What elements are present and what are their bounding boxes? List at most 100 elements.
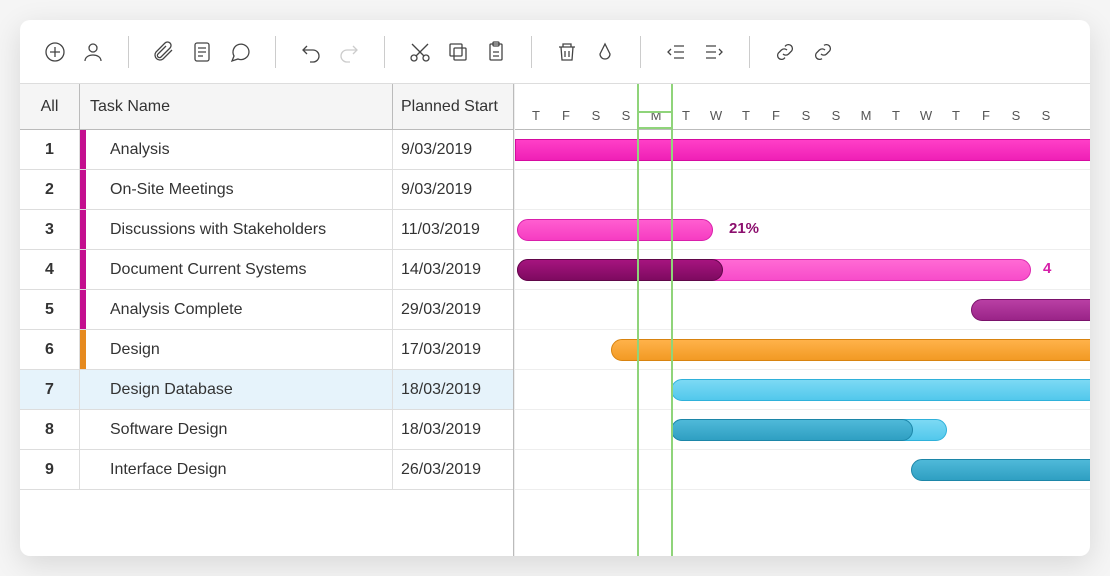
separator [384,36,385,68]
copy-icon[interactable] [441,35,475,69]
day-label: T [731,108,761,129]
row-number: 1 [20,130,80,169]
content-area: All Task Name Planned Start 1Analysis9/0… [20,84,1090,556]
gantt-header: TFSSMTWTFSSMTWTFSS [515,84,1090,130]
fill-icon[interactable] [588,35,622,69]
task-name[interactable]: Software Design [86,410,393,449]
day-label: S [1001,108,1031,129]
gantt-row [515,330,1090,370]
task-name[interactable]: Design [86,330,393,369]
task-name[interactable]: Interface Design [86,450,393,489]
day-label: W [701,108,731,129]
gantt-chart: TFSSMTWTFSSMTWTFSS 21% 4 [514,84,1090,556]
outdent-icon[interactable] [659,35,693,69]
day-label: M [641,108,671,129]
task-name[interactable]: On-Site Meetings [86,170,393,209]
progress-bar[interactable] [671,419,913,441]
day-label: T [521,108,551,129]
day-label: S [581,108,611,129]
table-row[interactable]: 5Analysis Complete29/03/2019 [20,290,513,330]
task-start: 18/03/2019 [393,410,513,449]
table-row[interactable]: 6Design17/03/2019 [20,330,513,370]
separator [749,36,750,68]
task-bar[interactable] [911,459,1090,481]
progress-bar[interactable] [517,259,723,281]
paste-icon[interactable] [479,35,513,69]
task-name[interactable]: Analysis [86,130,393,169]
task-start: 9/03/2019 [393,170,513,209]
separator [640,36,641,68]
table-row[interactable]: 2On-Site Meetings9/03/2019 [20,170,513,210]
attach-icon[interactable] [147,35,181,69]
separator [128,36,129,68]
row-number: 2 [20,170,80,209]
separator [275,36,276,68]
progress-label: 21% [729,220,759,237]
day-label: W [911,108,941,129]
row-number: 3 [20,210,80,249]
task-name[interactable]: Discussions with Stakeholders [86,210,393,249]
task-bar[interactable] [971,299,1090,321]
toolbar [20,20,1090,84]
cut-icon[interactable] [403,35,437,69]
task-start: 11/03/2019 [393,210,513,249]
undo-icon[interactable] [294,35,328,69]
row-number: 4 [20,250,80,289]
table-row[interactable]: 9Interface Design26/03/2019 [20,450,513,490]
column-name[interactable]: Task Name [80,84,393,129]
app-window: All Task Name Planned Start 1Analysis9/0… [20,20,1090,556]
task-start: 26/03/2019 [393,450,513,489]
row-number: 9 [20,450,80,489]
progress-label: 4 [1043,260,1051,277]
row-number: 8 [20,410,80,449]
day-label: S [611,108,641,129]
row-number: 5 [20,290,80,329]
gantt-row [515,130,1090,170]
task-name[interactable]: Analysis Complete [86,290,393,329]
task-name[interactable]: Design Database [86,370,393,409]
separator [531,36,532,68]
day-label: S [791,108,821,129]
notes-icon[interactable] [185,35,219,69]
task-bar[interactable] [515,139,1090,161]
redo-icon[interactable] [332,35,366,69]
gantt-body[interactable]: 21% 4 [515,130,1090,490]
task-start: 9/03/2019 [393,130,513,169]
day-label: S [1031,108,1061,129]
table-row[interactable]: 3Discussions with Stakeholders11/03/2019 [20,210,513,250]
add-icon[interactable] [38,35,72,69]
gantt-row: 4 [515,250,1090,290]
column-start[interactable]: Planned Start [393,84,513,129]
task-start: 14/03/2019 [393,250,513,289]
gantt-row [515,410,1090,450]
task-grid: All Task Name Planned Start 1Analysis9/0… [20,84,514,556]
task-start: 18/03/2019 [393,370,513,409]
task-bar[interactable] [671,379,1090,401]
table-row[interactable]: 7Design Database18/03/2019 [20,370,513,410]
gantt-row [515,450,1090,490]
day-label: F [761,108,791,129]
day-label: F [971,108,1001,129]
link-icon[interactable] [768,35,802,69]
comment-icon[interactable] [223,35,257,69]
task-name[interactable]: Document Current Systems [86,250,393,289]
day-label: T [941,108,971,129]
gantt-row [515,370,1090,410]
delete-icon[interactable] [550,35,584,69]
table-row[interactable]: 4Document Current Systems14/03/2019 [20,250,513,290]
day-label: M [851,108,881,129]
table-row[interactable]: 1Analysis9/03/2019 [20,130,513,170]
indent-icon[interactable] [697,35,731,69]
row-number: 7 [20,370,80,409]
task-start: 17/03/2019 [393,330,513,369]
column-all[interactable]: All [20,84,80,129]
gantt-row [515,290,1090,330]
row-number: 6 [20,330,80,369]
unlink-icon[interactable] [806,35,840,69]
person-icon[interactable] [76,35,110,69]
table-row[interactable]: 8Software Design18/03/2019 [20,410,513,450]
task-bar[interactable] [517,219,713,241]
task-start: 29/03/2019 [393,290,513,329]
grid-body: 1Analysis9/03/20192On-Site Meetings9/03/… [20,130,513,556]
task-bar[interactable] [611,339,1090,361]
